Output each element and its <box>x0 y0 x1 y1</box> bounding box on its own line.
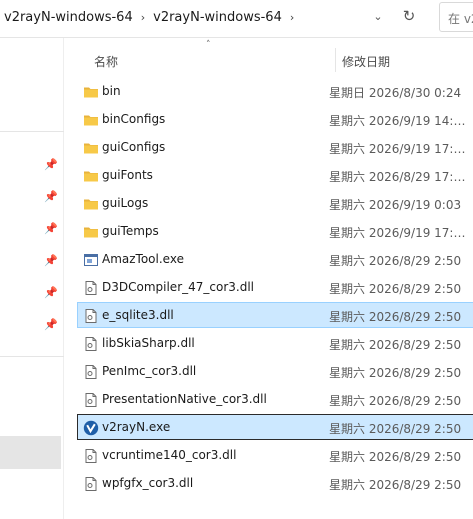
pin-icon[interactable]: 📌 <box>44 190 58 203</box>
file-date-modified: 星期六 2026/8/29 2:50 <box>329 310 462 324</box>
file-name: v2rayN.exe <box>102 420 171 434</box>
dll-icon <box>83 476 99 492</box>
navigation-pane: 📌 📌 📌 📌 📌 📌 <box>0 38 64 519</box>
file-row[interactable]: v2rayN.exe 星期六 2026/8/29 2:50 <box>77 414 473 440</box>
dll-icon <box>83 308 99 324</box>
file-list: ˄ 名称 修改日期 bin 星期日 2026/8/30 0:24 binConfig… <box>64 38 473 519</box>
file-date-modified: 星期六 2026/8/29 2:50 <box>329 422 462 436</box>
file-name: PresentationNative_cor3.dll <box>102 392 267 406</box>
column-header-date-modified[interactable]: 修改日期 <box>342 53 390 70</box>
folder-icon <box>83 168 99 184</box>
file-row[interactable]: binConfigs 星期六 2026/9/19 14:… <box>77 106 473 132</box>
file-row[interactable]: guiTemps 星期六 2026/9/19 17:… <box>77 218 473 244</box>
file-date-modified: 星期日 2026/8/30 0:24 <box>329 86 462 100</box>
folder-icon <box>83 112 99 128</box>
dll-icon <box>83 336 99 352</box>
file-name: D3DCompiler_47_cor3.dll <box>102 280 255 294</box>
exe-icon <box>83 252 99 268</box>
file-name: e_sqlite3.dll <box>102 308 174 322</box>
pin-icon[interactable]: 📌 <box>44 286 58 299</box>
pin-icon[interactable]: 📌 <box>44 318 58 331</box>
breadcrumb-item-parent[interactable]: v2rayN-windows-64 <box>0 10 137 25</box>
file-date-modified: 星期六 2026/8/29 2:50 <box>329 282 462 296</box>
breadcrumb: v2rayN-windows-64 › v2rayN-windows-64 › <box>0 0 420 34</box>
file-name: vcruntime140_cor3.dll <box>102 448 237 462</box>
file-row[interactable]: PenImc_cor3.dll 星期六 2026/8/29 2:50 <box>77 358 473 384</box>
file-row[interactable]: e_sqlite3.dll 星期六 2026/8/29 2:50 <box>77 302 473 328</box>
file-name: binConfigs <box>102 112 166 126</box>
folder-icon <box>83 84 99 100</box>
nav-item-selected[interactable] <box>0 436 61 469</box>
breadcrumb-separator[interactable]: › <box>137 11 149 24</box>
nav-divider <box>0 356 64 357</box>
file-name: PenImc_cor3.dll <box>102 364 197 378</box>
file-name: AmazTool.exe <box>102 252 184 266</box>
pin-icon[interactable]: 📌 <box>44 254 58 267</box>
file-name: libSkiaSharp.dll <box>102 336 195 350</box>
folder-icon <box>83 224 99 240</box>
file-row[interactable]: AmazTool.exe 星期六 2026/8/29 2:50 <box>77 246 473 272</box>
folder-icon <box>83 140 99 156</box>
file-date-modified: 星期六 2026/8/29 2:50 <box>329 366 462 380</box>
file-date-modified: 星期六 2026/8/29 2:50 <box>329 254 462 268</box>
file-row[interactable]: libSkiaSharp.dll 星期六 2026/8/29 2:50 <box>77 330 473 356</box>
file-name: guiFonts <box>102 168 153 182</box>
refresh-icon[interactable]: ↻ <box>396 4 422 28</box>
file-row[interactable]: wpfgfx_cor3.dll 星期六 2026/8/29 2:50 <box>77 470 473 496</box>
file-name: bin <box>102 84 121 98</box>
file-row[interactable]: guiFonts 星期六 2026/8/29 17:… <box>77 162 473 188</box>
file-name: guiTemps <box>102 224 159 238</box>
file-row[interactable]: D3DCompiler_47_cor3.dll 星期六 2026/8/29 2:5… <box>77 274 473 300</box>
file-row[interactable]: guiLogs 星期六 2026/9/19 0:03 <box>77 190 473 216</box>
file-date-modified: 星期六 2026/8/29 17:… <box>329 170 466 184</box>
file-date-modified: 星期六 2026/8/29 2:50 <box>329 338 462 352</box>
file-date-modified: 星期六 2026/9/19 14:… <box>329 114 466 128</box>
column-header-name[interactable]: 名称 <box>94 53 118 70</box>
file-row[interactable]: vcruntime140_cor3.dll 星期六 2026/8/29 2:50 <box>77 442 473 468</box>
file-name: guiConfigs <box>102 140 166 154</box>
address-bar: v2rayN-windows-64 › v2rayN-windows-64 › … <box>0 0 473 38</box>
dll-icon <box>83 448 99 464</box>
breadcrumb-item-current[interactable]: v2rayN-windows-64 <box>149 10 286 25</box>
breadcrumb-separator[interactable]: › <box>286 11 298 24</box>
dll-icon <box>83 364 99 380</box>
file-date-modified: 星期六 2026/9/19 0:03 <box>329 198 462 212</box>
nav-divider <box>0 131 64 132</box>
v2rayn-app-icon <box>83 420 99 436</box>
address-history-chevron-icon[interactable]: ⌄ <box>368 6 388 26</box>
file-date-modified: 星期六 2026/8/29 2:50 <box>329 450 462 464</box>
file-date-modified: 星期六 2026/8/29 2:50 <box>329 478 462 492</box>
file-row[interactable]: bin 星期日 2026/8/30 0:24 <box>77 78 473 104</box>
file-row[interactable]: guiConfigs 星期六 2026/9/19 17:… <box>77 134 473 160</box>
file-date-modified: 星期六 2026/9/19 17:… <box>329 226 466 240</box>
file-name: wpfgfx_cor3.dll <box>102 476 194 490</box>
file-date-modified: 星期六 2026/8/29 2:50 <box>329 394 462 408</box>
file-row[interactable]: PresentationNative_cor3.dll 星期六 2026/8/29… <box>77 386 473 412</box>
pin-icon[interactable]: 📌 <box>44 158 58 171</box>
pin-icon[interactable]: 📌 <box>44 222 58 235</box>
folder-icon <box>83 196 99 212</box>
search-input[interactable]: 在 v2 <box>439 2 473 32</box>
column-resize-handle[interactable] <box>335 48 336 72</box>
dll-icon <box>83 280 99 296</box>
dll-icon <box>83 392 99 408</box>
file-date-modified: 星期六 2026/9/19 17:… <box>329 142 466 156</box>
file-name: guiLogs <box>102 196 149 210</box>
column-header: 名称 修改日期 <box>64 48 473 72</box>
